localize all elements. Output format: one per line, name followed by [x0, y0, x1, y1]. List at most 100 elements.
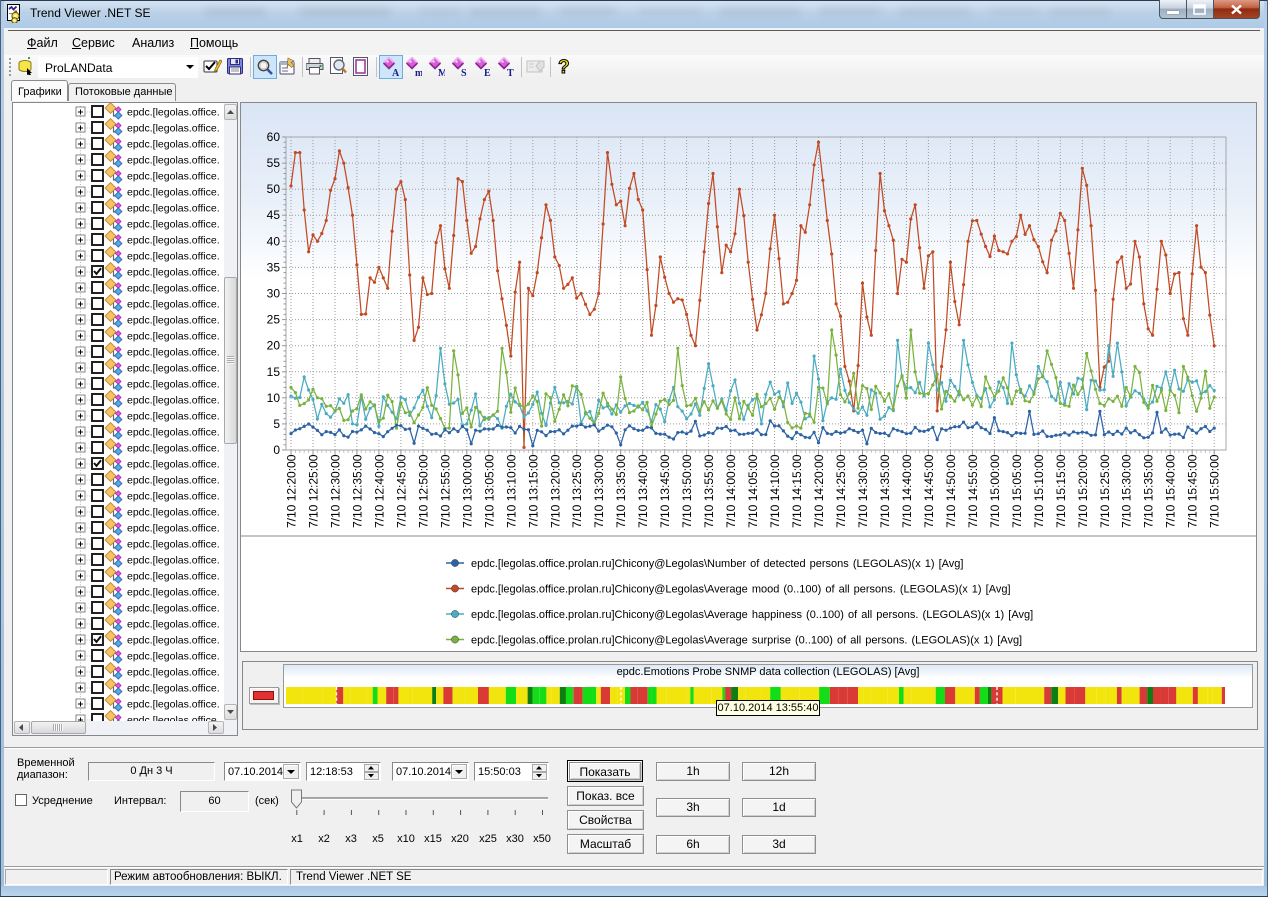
svg-text:7/10 14:05:00: 7/10 14:05:00	[746, 454, 760, 528]
svg-text:30: 30	[267, 287, 281, 301]
svg-text:7/10 13:00:00: 7/10 13:00:00	[460, 454, 474, 528]
svg-text:7/10 14:35:00: 7/10 14:35:00	[878, 454, 892, 528]
svg-text:0: 0	[273, 443, 280, 457]
svg-text:7/10 13:40:00: 7/10 13:40:00	[636, 454, 650, 528]
svg-text:epdc.[legolas.office.: epdc.[legolas.office.	[127, 475, 220, 487]
svg-text:epdc.[legolas.office.: epdc.[legolas.office.	[127, 699, 220, 711]
svg-text:epdc.[legolas.office.: epdc.[legolas.office.	[127, 635, 220, 647]
svg-text:epdc.[legolas.office.: epdc.[legolas.office.	[127, 411, 220, 423]
svg-text:7/10 13:20:00: 7/10 13:20:00	[548, 454, 562, 528]
svg-text:7/10 14:20:00: 7/10 14:20:00	[812, 454, 826, 528]
svg-text:epdc.[legolas.office.: epdc.[legolas.office.	[127, 251, 220, 263]
svg-text:epdc.[legolas.office.prolan.ru: epdc.[legolas.office.prolan.ru]Chicony@L…	[471, 584, 1011, 596]
svg-text:epdc.[legolas.office.: epdc.[legolas.office.	[127, 235, 220, 247]
svg-text:epdc.[legolas.office.: epdc.[legolas.office.	[127, 203, 220, 215]
svg-text:epdc.[legolas.office.: epdc.[legolas.office.	[127, 523, 220, 535]
svg-text:7/10 15:45:00: 7/10 15:45:00	[1186, 454, 1200, 528]
svg-text:7/10 15:35:00: 7/10 15:35:00	[1142, 454, 1156, 528]
svg-text:epdc.[legolas.office.: epdc.[legolas.office.	[127, 603, 220, 615]
svg-text:epdc.[legolas.office.: epdc.[legolas.office.	[127, 555, 220, 567]
svg-text:epdc.[legolas.office.: epdc.[legolas.office.	[127, 267, 220, 279]
svg-text:7/10 12:50:00: 7/10 12:50:00	[416, 454, 430, 528]
svg-text:T: T	[507, 68, 514, 77]
svg-text:25: 25	[267, 313, 281, 327]
svg-text:7/10 13:15:00: 7/10 13:15:00	[526, 454, 540, 528]
svg-text:7/10 13:50:00: 7/10 13:50:00	[680, 454, 694, 528]
svg-text:epdc.[legolas.office.: epdc.[legolas.office.	[127, 491, 220, 503]
svg-text:7/10 13:30:00: 7/10 13:30:00	[592, 454, 606, 528]
svg-text:7/10 15:40:00: 7/10 15:40:00	[1164, 454, 1178, 528]
svg-text:epdc.[legolas.office.: epdc.[legolas.office.	[127, 187, 220, 199]
svg-text:7/10 13:10:00: 7/10 13:10:00	[504, 454, 518, 528]
svg-text:55: 55	[267, 156, 281, 170]
svg-text:epdc.[legolas.office.: epdc.[legolas.office.	[127, 587, 220, 599]
svg-text:epdc.[legolas.office.: epdc.[legolas.office.	[127, 507, 220, 519]
svg-text:M: M	[438, 68, 445, 77]
svg-text:epdc.[legolas.office.: epdc.[legolas.office.	[127, 155, 220, 167]
svg-text:7/10 12:40:00: 7/10 12:40:00	[372, 454, 386, 528]
svg-text:7/10 15:15:00: 7/10 15:15:00	[1054, 454, 1068, 528]
svg-text:A: A	[392, 68, 399, 77]
svg-text:7/10 13:35:00: 7/10 13:35:00	[614, 454, 628, 528]
svg-text:35: 35	[267, 260, 281, 274]
svg-text:?: ?	[558, 57, 570, 77]
svg-text:45: 45	[267, 208, 281, 222]
svg-text:epdc.[legolas.office.: epdc.[legolas.office.	[127, 171, 220, 183]
svg-text:epdc.[legolas.office.prolan.ru: epdc.[legolas.office.prolan.ru]Chicony@L…	[471, 635, 1022, 647]
svg-text:7/10 14:40:00: 7/10 14:40:00	[900, 454, 914, 528]
svg-text:epdc.[legolas.office.prolan.ru: epdc.[legolas.office.prolan.ru]Chicony@L…	[471, 609, 1033, 621]
svg-text:epdc.[legolas.office.: epdc.[legolas.office.	[127, 443, 220, 455]
svg-text:7/10 14:30:00: 7/10 14:30:00	[856, 454, 870, 528]
svg-text:7/10 13:05:00: 7/10 13:05:00	[482, 454, 496, 528]
svg-text:epdc.[legolas.office.: epdc.[legolas.office.	[127, 619, 220, 631]
svg-text:epdc.[legolas.office.: epdc.[legolas.office.	[127, 651, 220, 663]
svg-text:20: 20	[267, 339, 281, 353]
svg-text:epdc.[legolas.office.: epdc.[legolas.office.	[127, 395, 220, 407]
svg-text:7/10 14:45:00: 7/10 14:45:00	[922, 454, 936, 528]
svg-text:epdc.[legolas.office.: epdc.[legolas.office.	[127, 123, 220, 135]
svg-text:epdc.[legolas.office.: epdc.[legolas.office.	[127, 331, 220, 343]
svg-text:7/10 14:55:00: 7/10 14:55:00	[966, 454, 980, 528]
svg-text:epdc.[legolas.office.: epdc.[legolas.office.	[127, 107, 220, 119]
svg-text:m: m	[415, 68, 422, 77]
svg-text:7/10 12:20:00: 7/10 12:20:00	[285, 454, 299, 528]
svg-text:epdc.[legolas.office.: epdc.[legolas.office.	[127, 379, 220, 391]
svg-text:epdc.[legolas.office.: epdc.[legolas.office.	[127, 315, 220, 327]
svg-text:50: 50	[267, 182, 281, 196]
svg-text:7/10 12:25:00: 7/10 12:25:00	[307, 454, 321, 528]
svg-text:7/10 14:25:00: 7/10 14:25:00	[834, 454, 848, 528]
svg-text:epdc.[legolas.office.: epdc.[legolas.office.	[127, 539, 220, 551]
svg-text:7/10 15:10:00: 7/10 15:10:00	[1032, 454, 1046, 528]
svg-text:7/10 13:55:00: 7/10 13:55:00	[702, 454, 716, 528]
svg-text:epdc.[legolas.office.: epdc.[legolas.office.	[127, 219, 220, 231]
svg-text:7/10 13:25:00: 7/10 13:25:00	[570, 454, 584, 528]
svg-text:epdc.[legolas.office.prolan.ru: epdc.[legolas.office.prolan.ru]Chicony@L…	[471, 558, 963, 570]
svg-text:7/10 15:05:00: 7/10 15:05:00	[1010, 454, 1024, 528]
svg-text:epdc.[legolas.office.: epdc.[legolas.office.	[127, 459, 220, 471]
svg-text:7/10 13:45:00: 7/10 13:45:00	[658, 454, 672, 528]
svg-text:7/10 14:10:00: 7/10 14:10:00	[768, 454, 782, 528]
svg-text:epdc.[legolas.office.: epdc.[legolas.office.	[127, 139, 220, 151]
svg-text:7/10 15:00:00: 7/10 15:00:00	[988, 454, 1002, 528]
svg-text:epdc.[legolas.office.: epdc.[legolas.office.	[127, 683, 220, 695]
svg-text:7/10 15:25:00: 7/10 15:25:00	[1098, 454, 1112, 528]
svg-text:epdc.[legolas.office.: epdc.[legolas.office.	[127, 571, 220, 583]
svg-text:7/10 15:30:00: 7/10 15:30:00	[1120, 454, 1134, 528]
svg-text:epdc.[legolas.office.: epdc.[legolas.office.	[127, 347, 220, 359]
svg-text:7/10 12:35:00: 7/10 12:35:00	[350, 454, 364, 528]
svg-text:7/10 12:55:00: 7/10 12:55:00	[438, 454, 452, 528]
svg-text:7/10 14:50:00: 7/10 14:50:00	[944, 454, 958, 528]
svg-text:5: 5	[273, 417, 280, 431]
svg-text:7/10 12:45:00: 7/10 12:45:00	[394, 454, 408, 528]
svg-text:E: E	[484, 68, 491, 77]
svg-text:S: S	[461, 68, 467, 77]
svg-text:epdc.[legolas.office.: epdc.[legolas.office.	[127, 363, 220, 375]
svg-text:7/10 14:15:00: 7/10 14:15:00	[790, 454, 804, 528]
svg-text:epdc.[legolas.office.: epdc.[legolas.office.	[127, 667, 220, 679]
svg-text:7/10 15:20:00: 7/10 15:20:00	[1076, 454, 1090, 528]
svg-text:60: 60	[267, 130, 281, 144]
svg-text:7/10 15:50:00: 7/10 15:50:00	[1208, 454, 1222, 528]
svg-text:7/10 14:00:00: 7/10 14:00:00	[724, 454, 738, 528]
svg-text:10: 10	[267, 391, 281, 405]
svg-text:epdc.[legolas.office.: epdc.[legolas.office.	[127, 427, 220, 439]
